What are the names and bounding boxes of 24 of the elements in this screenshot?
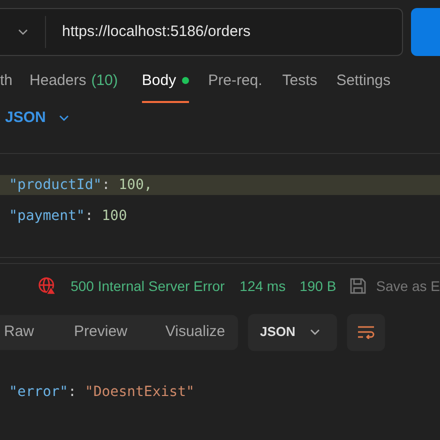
status-text: 500 Internal Server Error [70, 276, 225, 296]
request-tab[interactable]: Tests [282, 70, 318, 103]
globe-warning-icon [38, 276, 57, 296]
wrap-lines-button[interactable] [347, 314, 385, 350]
format-dropdown[interactable]: JSON [5, 106, 70, 130]
code-line: "payment": 100 [9, 208, 128, 224]
url-field[interactable]: https://localhost:5186/orders [0, 8, 403, 56]
response-time: 124 ms [240, 276, 286, 296]
view-tab[interactable]: Visualize [165, 320, 226, 344]
url-text: https://localhost:5186/orders [62, 22, 250, 42]
code-line: "productId": 100, [9, 177, 152, 193]
request-tab[interactable]: Headers (10) [30, 70, 118, 103]
code-line: "error": "DoesntExist" [9, 384, 194, 400]
response-size: 190 B [300, 276, 336, 296]
format-dropdown[interactable]: JSON [248, 314, 337, 350]
view-tab[interactable]: Raw [4, 320, 34, 344]
wrap-icon [357, 325, 375, 339]
request-tab[interactable]: Settings [336, 70, 391, 103]
save-as-link[interactable]: Save as E [376, 276, 440, 296]
view-tab[interactable]: Preview [74, 320, 128, 344]
save-icon[interactable] [349, 277, 368, 295]
request-tab[interactable]: Pre-req. [208, 70, 262, 103]
request-tab[interactable]: Body [142, 70, 190, 103]
request-tab[interactable]: th [0, 70, 13, 103]
